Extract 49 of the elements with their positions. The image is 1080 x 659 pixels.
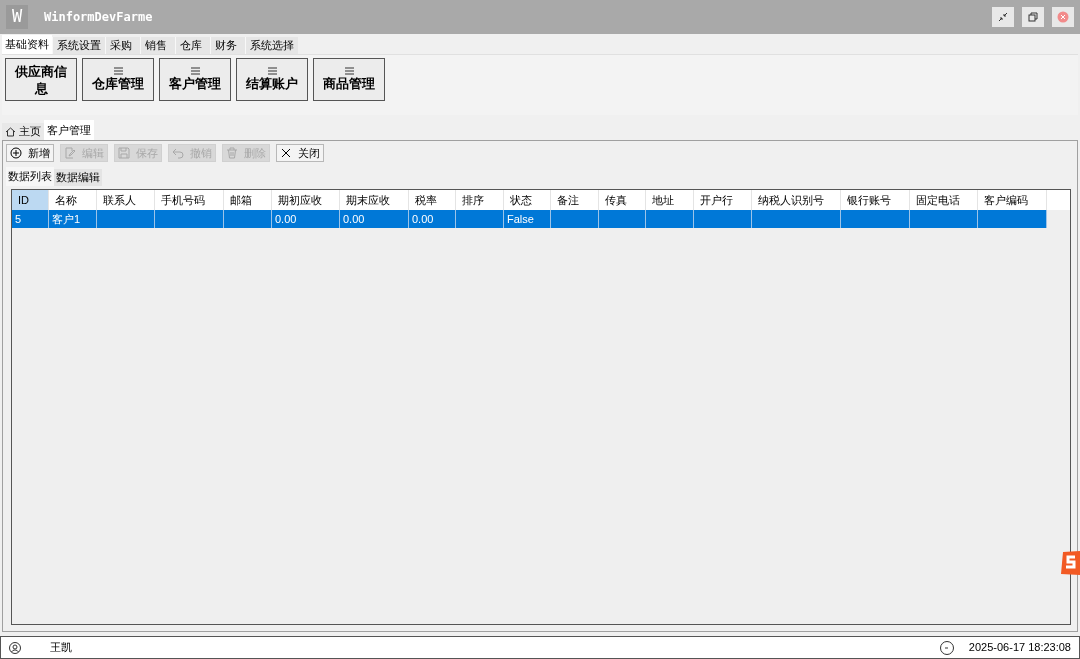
window-title: WinformDevFarme	[44, 9, 153, 26]
status-datetime: 2025-06-17 18:23:08	[968, 640, 1071, 656]
clock-icon	[939, 640, 954, 655]
restore-button[interactable]	[1022, 7, 1044, 27]
menu-tab[interactable]: 仓库	[175, 37, 210, 54]
ribbon-button[interactable]: 客户管理	[159, 58, 231, 101]
edit-icon	[64, 147, 76, 159]
user-name: 王凯	[50, 640, 72, 656]
list-icon	[267, 67, 277, 75]
collapse-button[interactable]	[992, 7, 1014, 27]
column-header[interactable]: ID	[12, 190, 49, 210]
close-icon	[1057, 11, 1069, 23]
restore-icon	[1028, 12, 1038, 22]
menu-tab[interactable]: 销售	[140, 37, 175, 54]
menu-tab[interactable]: 采购	[105, 37, 140, 54]
table-cell: 0.00	[272, 210, 340, 228]
table-cell: 0.00	[340, 210, 409, 228]
table-cell: False	[504, 210, 551, 228]
ribbon-button[interactable]: 结算账户	[236, 58, 308, 101]
user-icon	[9, 641, 21, 654]
menu-tab[interactable]: 财务	[210, 37, 245, 54]
list-icon	[190, 67, 200, 75]
table-row[interactable]: 5 客户1 0.00 0.00 0.00 False	[12, 210, 1047, 228]
menu-tab[interactable]: 基础资料	[2, 35, 52, 54]
shrink-arrows-icon	[998, 12, 1008, 22]
ribbon-button[interactable]: 商品管理	[313, 58, 385, 101]
toolbar-button[interactable]: 新增	[6, 144, 54, 162]
trash-icon	[226, 147, 238, 159]
close-icon	[280, 147, 292, 159]
menu-tab[interactable]: 系统选择	[245, 37, 298, 54]
ribbon-button[interactable]: 供应商信息	[5, 58, 77, 101]
home-icon	[5, 126, 16, 137]
toolbar-button[interactable]: 关闭	[276, 144, 324, 162]
table-cell: 5	[12, 210, 49, 228]
document-tab[interactable]: 主页	[2, 123, 44, 140]
document-tab[interactable]: 客户管理	[44, 120, 94, 140]
list-icon	[344, 67, 354, 75]
table-cell: 客户1	[49, 210, 97, 228]
view-tab[interactable]: 数据编辑	[54, 169, 102, 186]
close-button[interactable]	[1052, 7, 1074, 27]
save-icon	[118, 147, 130, 159]
ribbon-button[interactable]: 仓库管理	[82, 58, 154, 101]
undo-icon	[172, 147, 184, 159]
app-logo: W	[6, 5, 28, 29]
view-tab[interactable]: 数据列表	[6, 167, 54, 186]
menu-tab[interactable]: 系统设置	[52, 37, 105, 54]
table-cell: 0.00	[409, 210, 456, 228]
list-icon	[113, 67, 123, 75]
plus-circle-icon	[10, 147, 22, 159]
